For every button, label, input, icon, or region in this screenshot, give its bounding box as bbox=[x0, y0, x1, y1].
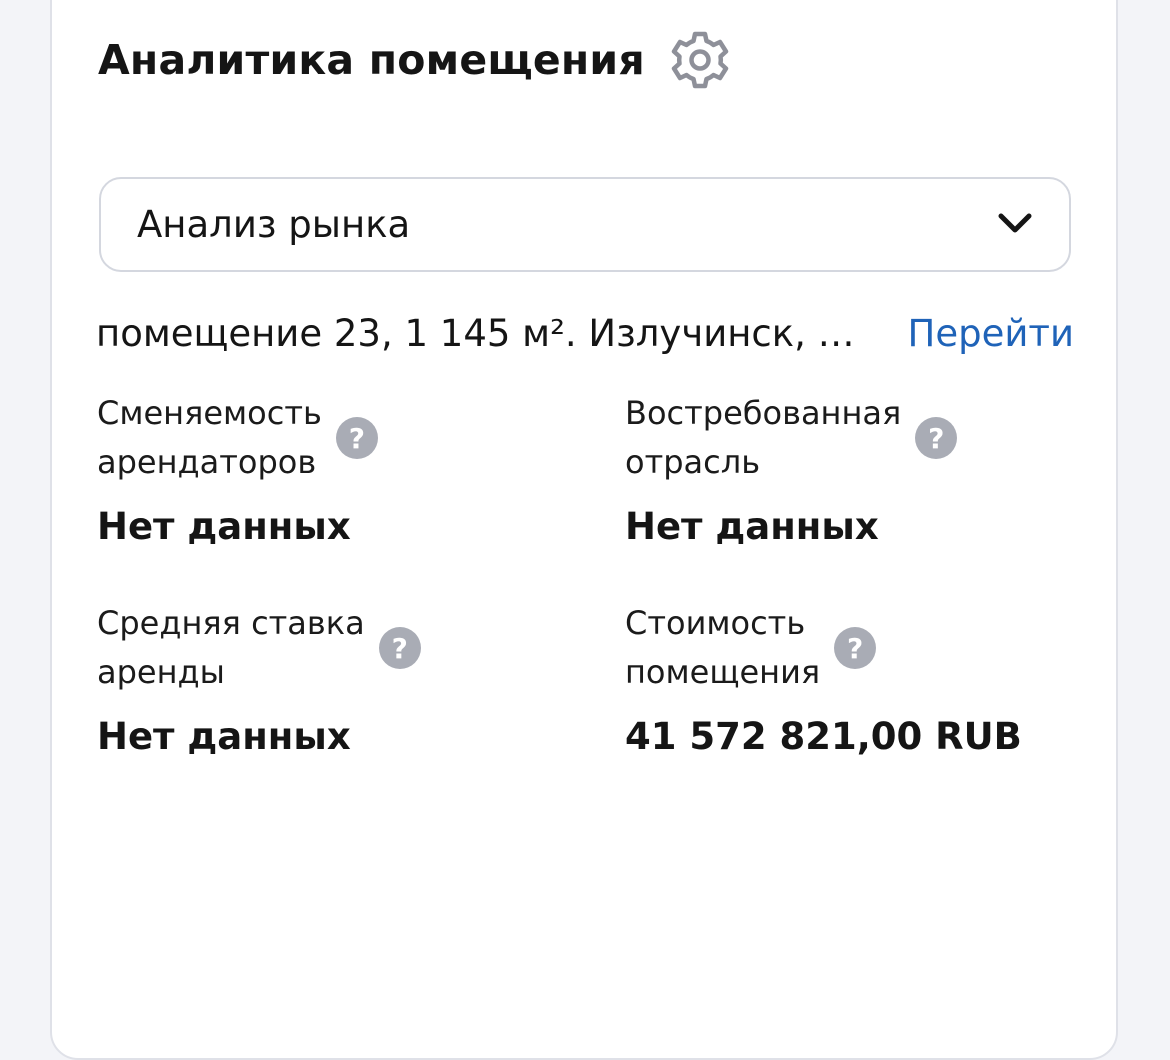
page-title: Аналитика помещения bbox=[98, 36, 645, 84]
metric-value: Нет данных bbox=[97, 715, 351, 758]
metric-average-rent: Средняя ставка аренды ? Нет данных bbox=[97, 599, 421, 758]
analysis-type-select[interactable]: Анализ рынка bbox=[99, 177, 1071, 272]
metric-property-price: Стоимость помещения ? 41 572 821,00 RUB bbox=[625, 599, 1022, 758]
header: Аналитика помещения bbox=[98, 30, 731, 90]
goto-link[interactable]: Перейти bbox=[908, 312, 1074, 355]
listing-row: помещение 23, 1 145 м². Излучинск, … Пер… bbox=[96, 303, 1074, 363]
gear-icon[interactable] bbox=[669, 29, 731, 91]
question-circle-icon[interactable]: ? bbox=[834, 627, 877, 669]
listing-address: помещение 23, 1 145 м². Излучинск, … bbox=[96, 311, 855, 355]
metric-label: Стоимость помещения bbox=[625, 604, 821, 691]
metric-label: Востребованная отрасль bbox=[625, 394, 902, 481]
metric-label: Средняя ставка аренды bbox=[97, 604, 365, 691]
question-circle-icon[interactable]: ? bbox=[335, 417, 378, 459]
metric-value: Нет данных bbox=[97, 505, 351, 548]
chevron-down-icon bbox=[997, 211, 1033, 239]
question-circle-icon[interactable]: ? bbox=[915, 417, 958, 459]
question-circle-icon[interactable]: ? bbox=[378, 627, 421, 669]
metric-value: Нет данных bbox=[625, 505, 879, 548]
metric-tenant-turnover: Сменяемость арендаторов ? Нет данных bbox=[97, 389, 378, 548]
metric-value: 41 572 821,00 RUB bbox=[625, 715, 1022, 758]
select-value: Анализ рынка bbox=[137, 203, 411, 246]
metric-demanded-industry: Востребованная отрасль ? Нет данных bbox=[625, 389, 958, 548]
metric-label: Сменяемость арендаторов bbox=[97, 394, 322, 481]
